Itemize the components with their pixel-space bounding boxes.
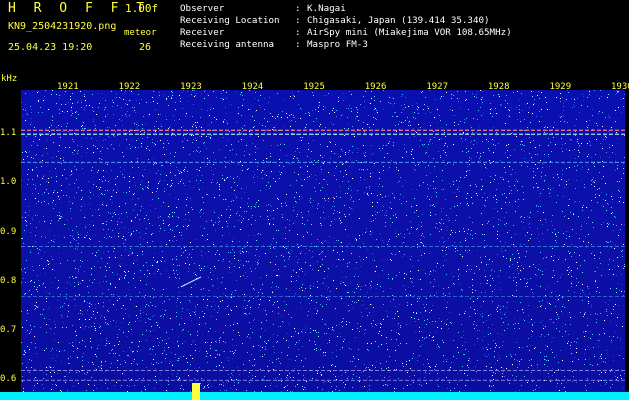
meta-row-antenna: Receiving antenna: Maspro FM-3 bbox=[180, 39, 368, 50]
app-version: 1.00f bbox=[125, 2, 159, 15]
spectrogram bbox=[21, 90, 625, 395]
meta-row-observer: Observer: K.Nagai bbox=[180, 3, 346, 14]
meta-row-receiver: Receiver: AirSpy mini (Miakejima VOR 108.… bbox=[180, 27, 512, 38]
y-tick-label: 1.1 bbox=[0, 128, 17, 139]
spectrogram-canvas bbox=[21, 90, 625, 395]
baseline-spike bbox=[192, 383, 200, 400]
header-panel: H R O F F T 1.00f KN9_2504231920.png met… bbox=[0, 0, 629, 72]
y-tick-label: 0.8 bbox=[0, 275, 17, 286]
y-tick-label: 1.0 bbox=[0, 177, 17, 188]
y-tick-label: 0.6 bbox=[0, 374, 17, 385]
meteor-label: meteor bbox=[124, 28, 157, 38]
file-name: KN9_2504231920.png bbox=[8, 21, 117, 32]
signal-baseline bbox=[0, 392, 629, 400]
y-tick-label: 0.7 bbox=[0, 325, 17, 336]
metadata-panel: Observer: K.Nagai Receiving Location: Chig… bbox=[180, 3, 512, 51]
datetime: 25.04.23 19:20 bbox=[8, 42, 93, 53]
y-axis-unit: kHz bbox=[1, 74, 18, 84]
meta-row-location: Receiving Location: Chigasaki, Japan (139… bbox=[180, 15, 490, 26]
meteor-count: 26 bbox=[139, 42, 152, 53]
y-tick-label: 0.9 bbox=[0, 226, 17, 237]
